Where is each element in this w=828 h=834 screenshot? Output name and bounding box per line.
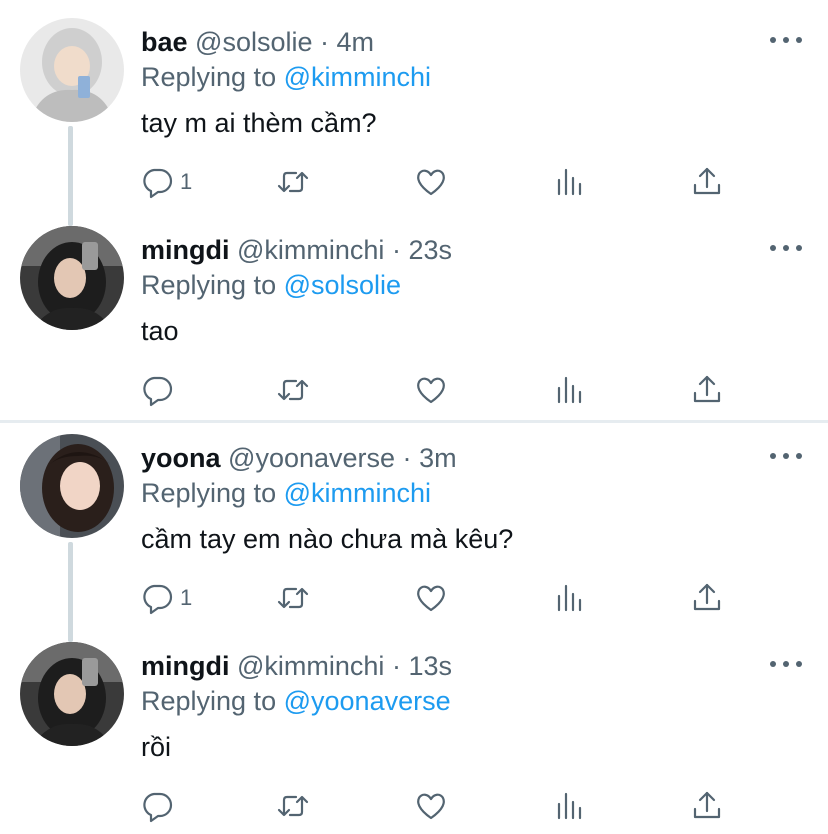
- tweet-header: bae @solsolie · 4m: [141, 26, 374, 58]
- avatar[interactable]: [20, 434, 124, 538]
- reply-feed: bae @solsolie · 4m Replying to @kimminch…: [0, 0, 828, 834]
- views-button[interactable]: [553, 576, 587, 620]
- like-button[interactable]: [414, 160, 448, 204]
- user-handle[interactable]: @yoonaverse: [228, 443, 395, 473]
- more-icon[interactable]: [770, 240, 804, 256]
- retweet-icon: [277, 379, 309, 401]
- like-icon: [417, 585, 445, 612]
- retweet-button[interactable]: [276, 784, 310, 828]
- share-button[interactable]: [690, 368, 724, 412]
- reply-count: 1: [180, 169, 193, 194]
- views-icon: [557, 376, 582, 404]
- more-icon[interactable]: [770, 448, 804, 464]
- tweet-actions: 1: [0, 160, 828, 204]
- views-button[interactable]: [553, 784, 587, 828]
- share-button[interactable]: [690, 576, 724, 620]
- tweet-header: mingdi @kimminchi · 13s: [141, 650, 452, 682]
- replying-to: Replying to @kimminchi: [141, 477, 431, 509]
- share-button[interactable]: [690, 784, 724, 828]
- retweet-icon: [277, 795, 309, 817]
- timestamp[interactable]: 13s: [408, 651, 452, 681]
- display-name[interactable]: mingdi: [141, 235, 230, 265]
- retweet-icon: [277, 171, 309, 193]
- tweet[interactable]: bae @solsolie · 4m Replying to @kimminch…: [0, 0, 828, 226]
- replying-to: Replying to @yoonaverse: [141, 685, 451, 717]
- more-icon[interactable]: [770, 32, 804, 48]
- share-icon: [693, 791, 721, 819]
- reply-icon: [143, 168, 173, 199]
- tweet-actions: [0, 784, 828, 828]
- timestamp[interactable]: 4m: [337, 27, 375, 57]
- display-name[interactable]: yoona: [141, 443, 221, 473]
- thread-1: bae @solsolie · 4m Replying to @kimminch…: [0, 0, 828, 420]
- retweet-icon: [277, 587, 309, 609]
- reply-button[interactable]: [140, 368, 180, 412]
- reply-button[interactable]: 1: [140, 160, 192, 204]
- reply-icon: [143, 376, 173, 407]
- avatar[interactable]: [20, 226, 124, 330]
- tweet-text: cầm tay em nào chưa mà kêu?: [141, 524, 514, 554]
- views-icon: [557, 584, 582, 612]
- replying-to: Replying to @solsolie: [141, 269, 401, 301]
- like-button[interactable]: [414, 368, 448, 412]
- avatar[interactable]: [20, 642, 124, 746]
- reply-icon: [143, 584, 173, 615]
- like-icon: [417, 377, 445, 404]
- mention-link[interactable]: @yoonaverse: [284, 686, 451, 716]
- tweet-text: tay m ai thèm cầm?: [141, 108, 377, 138]
- separator-dot: ·: [391, 235, 401, 265]
- share-icon: [693, 375, 721, 403]
- replying-label: Replying to: [141, 686, 277, 716]
- tweet[interactable]: yoona @yoonaverse · 3m Replying to @kimm…: [0, 416, 828, 642]
- separator-dot: ·: [402, 443, 412, 473]
- views-icon: [557, 792, 582, 820]
- replying-label: Replying to: [141, 62, 277, 92]
- timestamp[interactable]: 23s: [408, 235, 452, 265]
- reply-button[interactable]: [140, 784, 180, 828]
- tweet-header: yoona @yoonaverse · 3m: [141, 442, 457, 474]
- share-icon: [693, 583, 721, 611]
- replying-label: Replying to: [141, 478, 277, 508]
- reply-icon: [143, 792, 173, 823]
- tweet-header: mingdi @kimminchi · 23s: [141, 234, 452, 266]
- separator-dot: ·: [391, 651, 401, 681]
- tweet-text: rồi: [141, 732, 172, 762]
- tweet[interactable]: mingdi @kimminchi · 23s Replying to @sol…: [0, 208, 828, 416]
- more-icon[interactable]: [770, 656, 804, 672]
- views-button[interactable]: [553, 368, 587, 412]
- display-name[interactable]: mingdi: [141, 651, 230, 681]
- like-button[interactable]: [414, 784, 448, 828]
- like-button[interactable]: [414, 576, 448, 620]
- thread-2: yoona @yoonaverse · 3m Replying to @kimm…: [0, 423, 828, 834]
- share-icon: [693, 167, 721, 195]
- tweet-actions: 1: [0, 576, 828, 620]
- mention-link[interactable]: @kimminchi: [284, 62, 431, 92]
- timestamp[interactable]: 3m: [419, 443, 457, 473]
- retweet-button[interactable]: [276, 576, 310, 620]
- like-icon: [417, 793, 445, 820]
- replying-label: Replying to: [141, 270, 277, 300]
- tweet-actions: [0, 368, 828, 412]
- display-name[interactable]: bae: [141, 27, 188, 57]
- views-button[interactable]: [553, 160, 587, 204]
- retweet-button[interactable]: [276, 368, 310, 412]
- replying-to: Replying to @kimminchi: [141, 61, 431, 93]
- separator-dot: ·: [320, 27, 330, 57]
- user-handle[interactable]: @kimminchi: [237, 651, 384, 681]
- share-button[interactable]: [690, 160, 724, 204]
- mention-link[interactable]: @solsolie: [284, 270, 401, 300]
- reply-button[interactable]: 1: [140, 576, 192, 620]
- user-handle[interactable]: @solsolie: [195, 27, 312, 57]
- user-handle[interactable]: @kimminchi: [237, 235, 384, 265]
- views-icon: [557, 168, 582, 196]
- mention-link[interactable]: @kimminchi: [284, 478, 431, 508]
- retweet-button[interactable]: [276, 160, 310, 204]
- tweet[interactable]: mingdi @kimminchi · 13s Replying to @yoo…: [0, 624, 828, 832]
- reply-count: 1: [180, 585, 193, 610]
- tweet-text: tao: [141, 316, 179, 346]
- like-icon: [417, 169, 445, 196]
- avatar[interactable]: [20, 18, 124, 122]
